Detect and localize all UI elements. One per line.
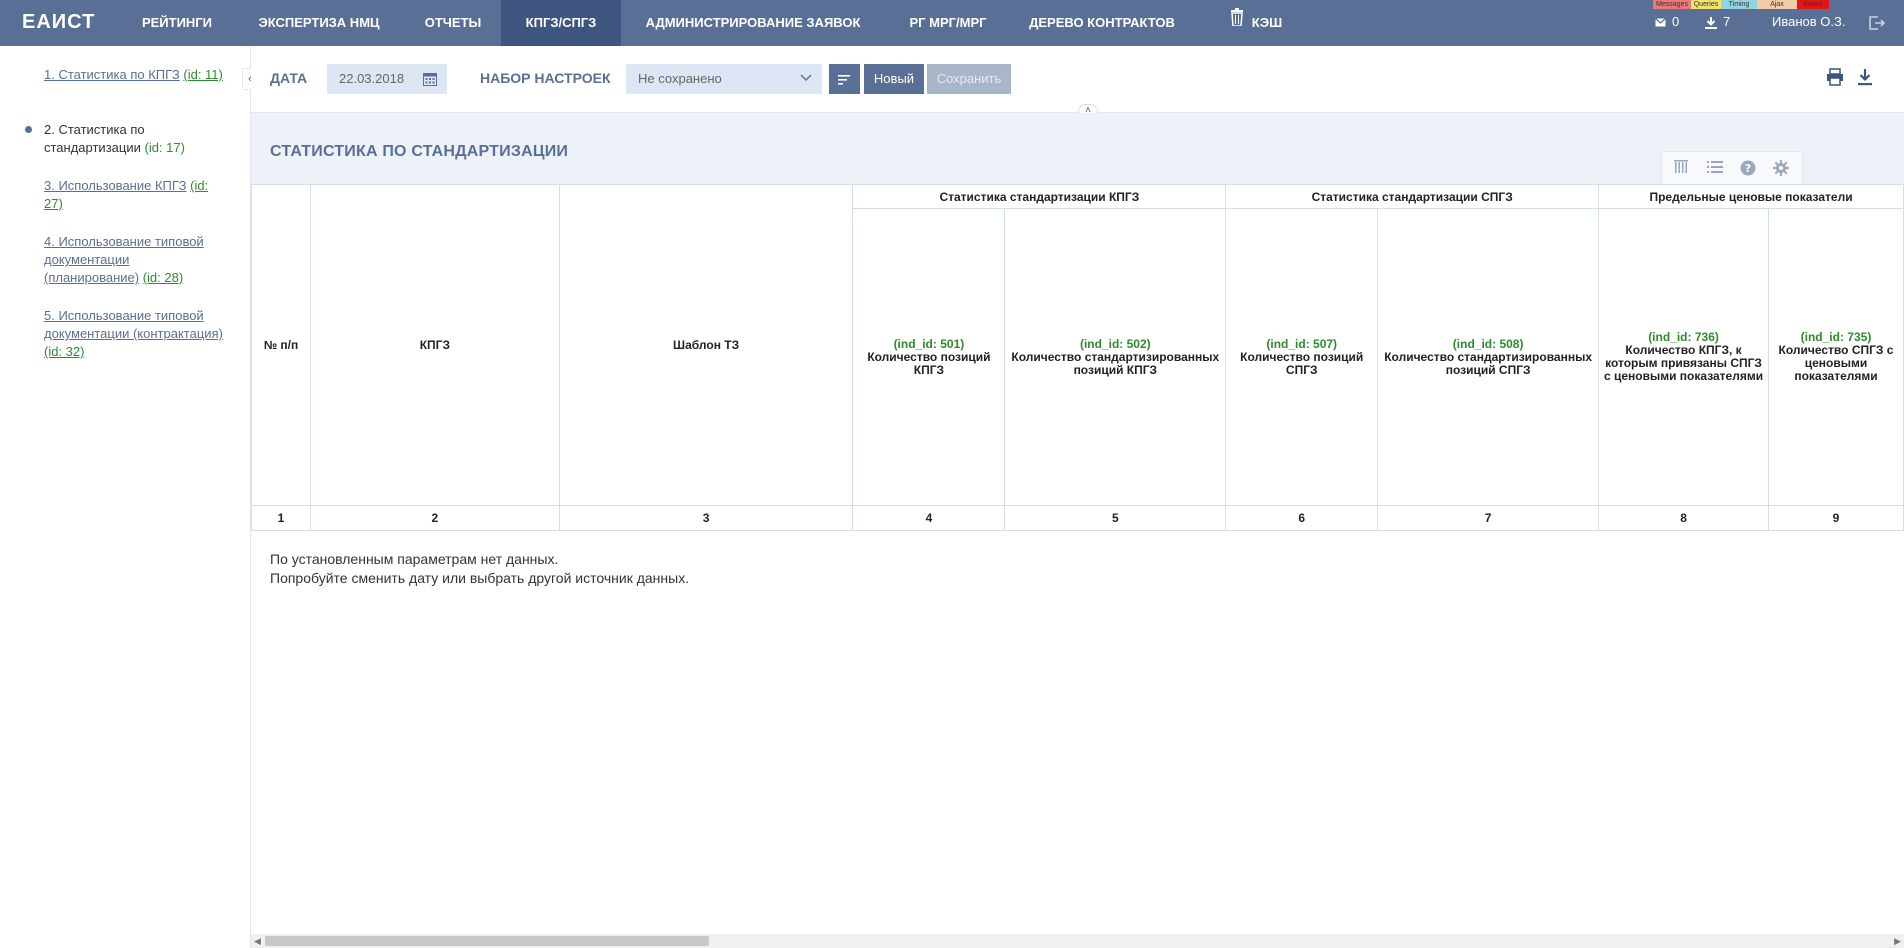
report-toolbar: ? [1661, 151, 1803, 184]
filter-settings-button[interactable] [829, 64, 860, 94]
date-label: ДАТА [270, 70, 308, 86]
report-title: СТАТИСТИКА ПО СТАНДАРТИЗАЦИИ [270, 143, 569, 160]
column-label: Количество СПГЗ с ценовыми показателями [1778, 343, 1894, 383]
horizontal-scrollbar[interactable]: ◀ ▶ [251, 934, 1904, 948]
column-header-508[interactable]: (ind_id: 508) Количество стандартизирован… [1377, 208, 1600, 506]
report-header: СТАТИСТИКА ПО СТАНДАРТИЗАЦИИ ? [251, 113, 1904, 184]
sidebar-item-label: 5. Использование типовой документации (к… [44, 308, 223, 341]
sidebar-item-kpgz-usage[interactable]: 3. Использование КПГЗ (id: 27) [44, 177, 224, 213]
column-number: 8 [1598, 505, 1769, 531]
group-header-spgz: Статистика стандартизации СПГЗ [1225, 184, 1600, 209]
app-logo[interactable]: ЕАИСТ [22, 11, 95, 34]
nav-cache-label: КЭШ [1251, 15, 1283, 30]
date-value: 22.03.2018 [339, 71, 405, 86]
sidebar-item-typical-docs-contracting[interactable]: 5. Использование типовой документации (к… [44, 307, 224, 361]
user-name: Иванов О.З. [1772, 14, 1846, 29]
downloads-counter[interactable]: 7 [1705, 0, 1730, 46]
column-label: Количество позиций КПГЗ [867, 349, 991, 377]
mail-counter[interactable]: 0 [1655, 0, 1679, 46]
user-menu[interactable]: Иванов О.З. [1772, 0, 1845, 46]
download-count: 7 [1723, 14, 1731, 29]
scrollbar-thumb[interactable] [265, 936, 709, 946]
column-label: Количество позиций СПГЗ [1240, 349, 1364, 377]
date-input[interactable]: 22.03.2018 [327, 64, 447, 94]
top-navigation: ЕАИСТ РЕЙТИНГИ ЭКСПЕРТИЗА НМЦ ОТЧЕТЫ КПГ… [0, 0, 1904, 46]
columns-icon[interactable] [1674, 160, 1690, 174]
column-header-507[interactable]: (ind_id: 507) Количество позиций СПГЗ [1225, 208, 1379, 506]
trash-icon [1230, 0, 1244, 45]
column-header-502[interactable]: (ind_id: 502) Количество стандартизирован… [1004, 208, 1227, 506]
report-sidebar: 1. Статистика по КПГЗ (id: 11) 2. Статис… [0, 46, 251, 948]
calendar-icon[interactable] [423, 72, 437, 86]
column-number: 4 [852, 505, 1006, 531]
sidebar-item-label: 3. Использование КПГЗ [44, 178, 187, 193]
report-table: № п/п КПГЗ Шаблон ТЗ Статистика стандарт… [251, 184, 1904, 531]
nav-cache[interactable]: КЭШ [1220, 0, 1292, 46]
scroll-left-arrow[interactable]: ◀ [254, 936, 261, 947]
column-header-735[interactable]: (ind_id: 735) Количество СПГЗ с ценовыми … [1767, 208, 1904, 506]
sidebar-item-kpgz-stats[interactable]: 1. Статистика по КПГЗ (id: 11) [44, 66, 224, 84]
download-icon[interactable] [1857, 68, 1873, 86]
empty-state-line-2: Попробуйте сменить дату или выбрать друг… [270, 570, 690, 586]
mail-icon [1655, 18, 1666, 27]
sidebar-item-standardization-stats[interactable]: 2. Статистика по стандартизации (id: 17) [44, 121, 224, 157]
settings-set-label: НАБОР НАСТРОЕК [480, 70, 611, 86]
column-number: 5 [1004, 505, 1227, 531]
sidebar-item-id: (id: 17) [144, 140, 185, 155]
sidebar-item-typical-docs-planning[interactable]: 4. Использование типовой документации (п… [44, 233, 224, 287]
column-header-kpgz[interactable]: КПГЗ [309, 184, 560, 506]
sidebar-item-label: 2. Статистика по стандартизации [44, 122, 145, 155]
column-number: 6 [1225, 505, 1379, 531]
new-settings-button[interactable]: Новый [864, 64, 924, 94]
save-settings-button[interactable]: Сохранить [927, 64, 1011, 94]
nav-nmc-expertise[interactable]: ЭКСПЕРТИЗА НМЦ [245, 0, 393, 46]
sidebar-item-id: (id: 11) [183, 67, 223, 82]
report-content: СТАТИСТИКА ПО СТАНДАРТИЗАЦИИ ? № п/п КПГ… [251, 113, 1904, 948]
logout-icon [1869, 15, 1886, 30]
column-label: Количество стандартизированных позиций К… [1011, 349, 1220, 377]
column-number: 9 [1767, 505, 1904, 531]
column-label: Количество КПГЗ, к которым привязаны СПГ… [1603, 343, 1764, 383]
current-item-bullet [25, 126, 32, 133]
svg-text:?: ? [1745, 162, 1751, 175]
column-number: 1 [251, 505, 311, 531]
nav-contract-tree[interactable]: ДЕРЕВО КОНТРАКТОВ [1020, 0, 1184, 46]
empty-state-line-1: По установленным параметрам нет данных. [270, 551, 559, 567]
column-header-501[interactable]: (ind_id: 501) Количество позиций КПГЗ [852, 208, 1006, 506]
nav-reports[interactable]: ОТЧЕТЫ [410, 0, 496, 46]
column-header-num[interactable]: № п/п [251, 184, 311, 506]
sidebar-item-id: (id: 32) [44, 344, 85, 359]
column-number: 3 [558, 505, 854, 531]
list-icon[interactable] [1707, 160, 1723, 174]
gear-icon[interactable] [1773, 160, 1789, 176]
column-header-template[interactable]: Шаблон ТЗ [558, 184, 854, 506]
sort-filter-icon [837, 74, 850, 85]
logout-button[interactable] [1868, 0, 1886, 46]
column-number: 7 [1377, 505, 1600, 531]
empty-state-message: По установленным параметрам нет данных. … [270, 550, 689, 588]
group-header-price: Предельные ценовые показатели [1598, 184, 1904, 209]
mail-count: 0 [1672, 14, 1680, 29]
print-icon[interactable] [1826, 68, 1844, 86]
column-number: 2 [309, 505, 560, 531]
download-icon [1705, 16, 1717, 29]
chevron-down-icon [800, 74, 812, 82]
nav-requests-admin[interactable]: АДМИНИСТРИРОВАНИЕ ЗАЯВОК [632, 0, 874, 46]
sidebar-item-label: 1. Статистика по КПГЗ [44, 67, 180, 82]
sidebar-item-id: (id: 28) [142, 270, 184, 285]
help-icon[interactable]: ? [1740, 160, 1756, 176]
nav-rg-mrg[interactable]: РГ МРГ/МРГ [893, 0, 1003, 46]
settings-set-value: Не сохранено [638, 71, 722, 86]
group-header-kpgz: Статистика стандартизации КПГЗ [852, 184, 1227, 209]
column-header-736[interactable]: (ind_id: 736) Количество КПГЗ, к которым … [1598, 208, 1769, 506]
column-label: Количество стандартизированных позиций С… [1384, 349, 1593, 377]
scroll-right-arrow[interactable]: ▶ [1894, 936, 1901, 947]
nav-kpgz-spgz[interactable]: КПГЗ/СПГЗ [501, 0, 621, 46]
settings-set-select[interactable]: Не сохранено [626, 64, 822, 94]
filter-bar: ДАТА 22.03.2018 НАБОР НАСТРОЕК Не сохран… [251, 46, 1904, 113]
nav-ratings[interactable]: РЕЙТИНГИ [123, 0, 231, 46]
